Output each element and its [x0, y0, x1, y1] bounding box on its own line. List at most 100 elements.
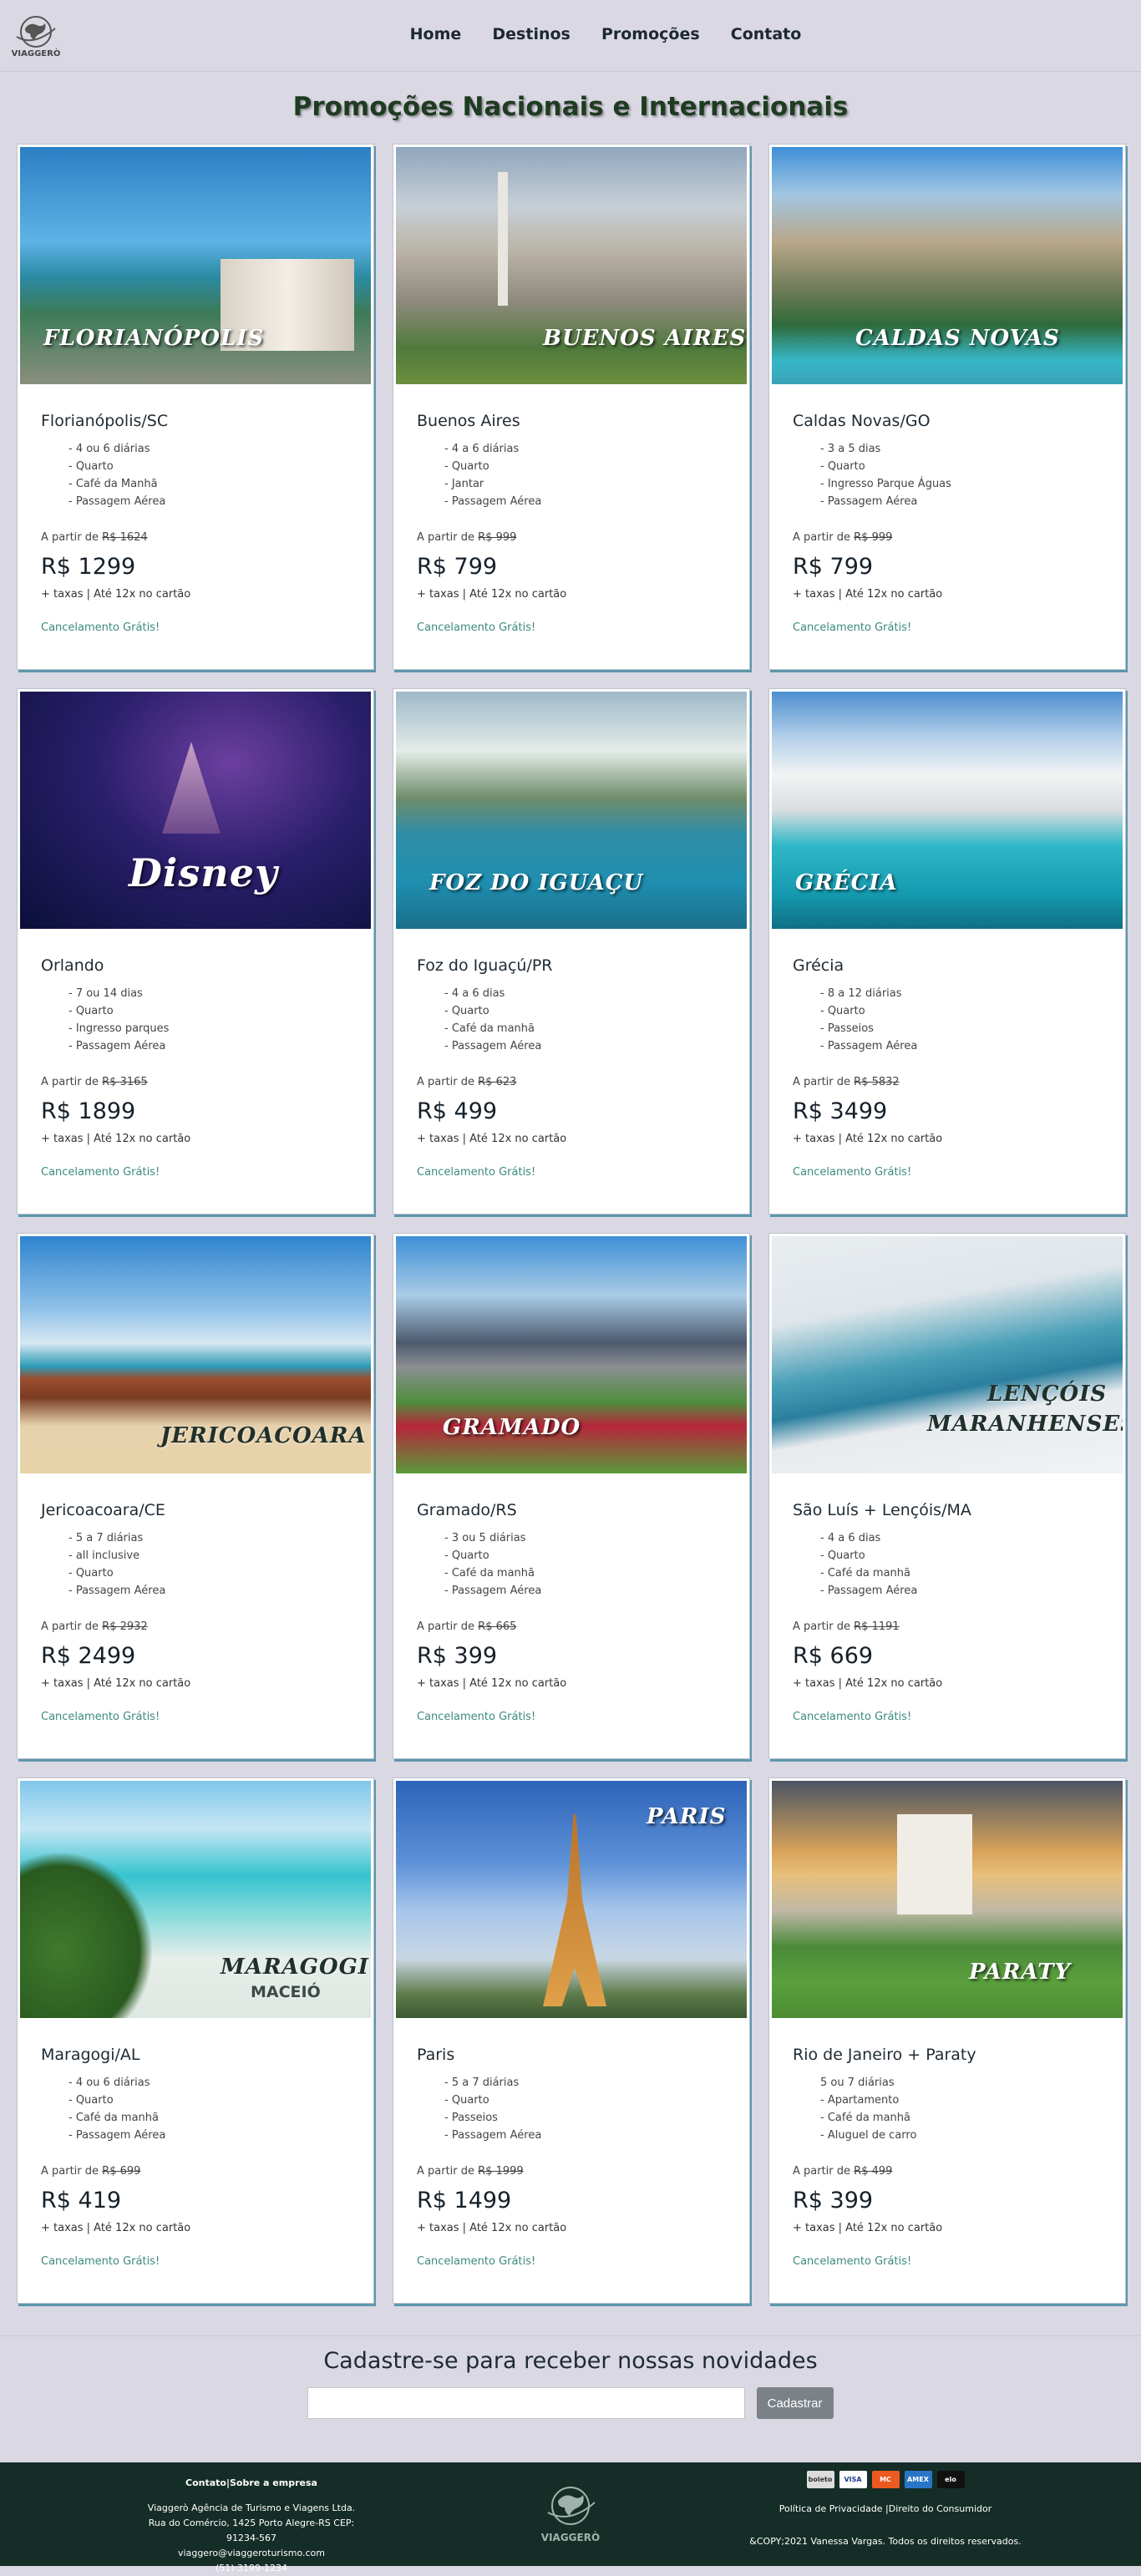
- from-price: A partir de R$ 623: [417, 1076, 726, 1088]
- promo-card[interactable]: BUENOS AIRES Buenos Aires - 4 a 6 diária…: [393, 144, 750, 670]
- feature-item: - Aluguel de carro: [820, 2129, 917, 2142]
- old-price: R$ 699: [102, 2165, 141, 2178]
- nav-promocoes[interactable]: Promoções: [601, 25, 700, 43]
- photo-label: JERICOACOARA: [160, 1423, 367, 1448]
- from-price: A partir de R$ 499: [793, 2165, 1102, 2178]
- promo-card[interactable]: CALDAS NOVAS Caldas Novas/GO - 3 a 5 dia…: [768, 144, 1126, 670]
- feature-list: - 3 a 5 dias - Quarto - Ingresso Parque …: [793, 440, 1102, 510]
- elo-icon: elo: [936, 2471, 965, 2488]
- feature-item: - Quarto: [444, 460, 489, 473]
- promo-card[interactable]: PARATY Rio de Janeiro + Paraty 5 ou 7 di…: [768, 1777, 1126, 2304]
- free-cancel-link[interactable]: Cancelamento Grátis!: [417, 2255, 726, 2268]
- feature-list: - 4 a 6 dias - Quarto - Café da manhã - …: [417, 985, 726, 1055]
- price: R$ 399: [417, 1643, 498, 1669]
- taxes-note: + taxas | Até 12x no cartão: [41, 588, 191, 601]
- feature-item: - 3 ou 5 diárias: [444, 1532, 526, 1544]
- taxes-note: + taxas | Até 12x no cartão: [417, 1133, 567, 1145]
- promo-card[interactable]: JERICOACOARA Jericoacoara/CE - 5 a 7 diá…: [17, 1233, 374, 1759]
- from-prefix: A partir de: [793, 1076, 851, 1088]
- from-price: A partir de R$ 1191: [793, 1620, 1102, 1633]
- nav-contato[interactable]: Contato: [731, 25, 802, 43]
- feature-item: - Quarto: [444, 2094, 489, 2107]
- from-prefix: A partir de: [793, 531, 851, 544]
- feature-item: - Passagem Aérea: [820, 1585, 918, 1597]
- free-cancel-link[interactable]: Cancelamento Grátis!: [41, 1711, 350, 1723]
- promo-card[interactable]: MARAGOGI MACEIÓ Maragogi/AL - 4 ou 6 diá…: [17, 1777, 374, 2304]
- price: R$ 1499: [417, 2188, 512, 2213]
- photo-label-2: MARANHENSES: [927, 1412, 1123, 1437]
- card-title: Caldas Novas/GO: [793, 412, 931, 430]
- free-cancel-link[interactable]: Cancelamento Grátis!: [41, 1166, 350, 1179]
- nav-home[interactable]: Home: [410, 25, 462, 43]
- photo-label: Disney: [129, 850, 278, 895]
- destination-photo: CALDAS NOVAS: [772, 147, 1123, 384]
- free-cancel-link[interactable]: Cancelamento Grátis!: [417, 1711, 726, 1723]
- old-price: R$ 1624: [102, 531, 148, 544]
- from-prefix: A partir de: [793, 2165, 851, 2178]
- visa-icon: VISA: [839, 2471, 867, 2488]
- free-cancel-link[interactable]: Cancelamento Grátis!: [41, 2255, 350, 2268]
- feature-item: - Quarto: [68, 2094, 114, 2107]
- feature-list: - 5 a 7 diárias - Quarto - Passeios - Pa…: [417, 2074, 726, 2144]
- newsletter-email-input[interactable]: [307, 2387, 746, 2419]
- promo-card[interactable]: PARIS Paris - 5 a 7 diárias - Quarto - P…: [393, 1777, 750, 2304]
- promo-card[interactable]: FOZ DO IGUAÇU Foz do Iguaçú/PR - 4 a 6 d…: [393, 688, 750, 1214]
- feature-item: - Quarto: [68, 1567, 114, 1580]
- copyright: &COPY;2021 Vanessa Vargas. Todos os dire…: [749, 2536, 1022, 2547]
- promo-card[interactable]: LENÇÓIS MARANHENSES São Luís + Lençóis/M…: [768, 1233, 1126, 1759]
- feature-item: - 4 a 6 dias: [444, 987, 505, 1000]
- feature-item: - 5 a 7 diárias: [68, 1532, 144, 1544]
- free-cancel-link[interactable]: Cancelamento Grátis!: [41, 621, 350, 634]
- card-title: Foz do Iguaçú/PR: [417, 956, 553, 975]
- old-price: R$ 499: [854, 2165, 893, 2178]
- feature-item: - Quarto: [820, 1549, 865, 1562]
- feature-item: 5 ou 7 diárias: [820, 2077, 895, 2089]
- footer-links[interactable]: Contato|Sobre a empresa: [139, 2476, 364, 2491]
- destination-photo: PARIS: [396, 1781, 747, 2018]
- feature-item: - Passagem Aérea: [444, 1585, 542, 1597]
- price: R$ 419: [41, 2188, 122, 2213]
- destination-photo: GRAMADO: [396, 1236, 747, 1473]
- old-price: R$ 1999: [478, 2165, 524, 2178]
- site-footer: Contato|Sobre a empresa Viaggerò Agência…: [0, 2462, 1141, 2573]
- promo-card[interactable]: GRAMADO Gramado/RS - 3 ou 5 diárias - Qu…: [393, 1233, 750, 1759]
- nav-destinos[interactable]: Destinos: [492, 25, 570, 43]
- feature-item: - 4 a 6 dias: [820, 1532, 881, 1544]
- company-email[interactable]: viaggero@viaggeroturismo.com: [139, 2546, 364, 2561]
- footer-legal: boleto VISA MC AMEX elo Política de Priv…: [735, 2471, 1036, 2547]
- free-cancel-link[interactable]: Cancelamento Grátis!: [793, 1711, 1102, 1723]
- photo-label: FOZ DO IGUAÇU: [429, 870, 644, 895]
- price: R$ 1299: [41, 554, 136, 580]
- promo-card[interactable]: Disney Orlando - 7 ou 14 dias - Quarto -…: [17, 688, 374, 1214]
- feature-item: - Passagem Aérea: [68, 495, 166, 508]
- card-title: Jericoacoara/CE: [41, 1501, 165, 1519]
- free-cancel-link[interactable]: Cancelamento Grátis!: [793, 2255, 1102, 2268]
- old-price: R$ 999: [478, 531, 517, 544]
- free-cancel-link[interactable]: Cancelamento Grátis!: [793, 621, 1102, 634]
- subscribe-button[interactable]: Cadastrar: [756, 2387, 834, 2419]
- taxes-note: + taxas | Até 12x no cartão: [793, 588, 943, 601]
- payment-methods: boleto VISA MC AMEX elo: [806, 2471, 965, 2488]
- card-title: Orlando: [41, 956, 104, 975]
- photo-label-2: MACEIÓ: [251, 1983, 321, 2001]
- free-cancel-link[interactable]: Cancelamento Grátis!: [793, 1166, 1102, 1179]
- taxes-note: + taxas | Até 12x no cartão: [41, 1677, 191, 1690]
- promo-card[interactable]: FLORIANÓPOLIS Florianópolis/SC - 4 ou 6 …: [17, 144, 374, 670]
- globe-logo-icon: VIAGGERÒ: [541, 2487, 600, 2543]
- amex-icon: AMEX: [904, 2471, 932, 2488]
- main-nav: Home Destinos Promoções Contato: [0, 25, 1141, 43]
- free-cancel-link[interactable]: Cancelamento Grátis!: [417, 621, 726, 634]
- feature-item: - Quarto: [68, 1005, 114, 1017]
- promo-card[interactable]: GRÉCIA Grécia - 8 a 12 diárias - Quarto …: [768, 688, 1126, 1214]
- feature-item: - Ingresso parques: [68, 1022, 170, 1035]
- taxes-note: + taxas | Até 12x no cartão: [417, 2222, 567, 2234]
- taxes-note: + taxas | Até 12x no cartão: [41, 2222, 191, 2234]
- svg-text:VIAGGERÒ: VIAGGERÒ: [541, 2531, 600, 2543]
- page-title: Promoções Nacionais e Internacionais: [292, 92, 849, 122]
- feature-list: - 7 ou 14 dias - Quarto - Ingresso parqu…: [41, 985, 350, 1055]
- footer-logo[interactable]: VIAGGERÒ: [538, 2477, 603, 2546]
- policy-links[interactable]: Política de Privacidade |Direito do Cons…: [735, 2503, 1036, 2514]
- feature-item: - 4 ou 6 diárias: [68, 2077, 150, 2089]
- free-cancel-link[interactable]: Cancelamento Grátis!: [417, 1166, 726, 1179]
- card-title: São Luís + Lençóis/MA: [793, 1501, 971, 1519]
